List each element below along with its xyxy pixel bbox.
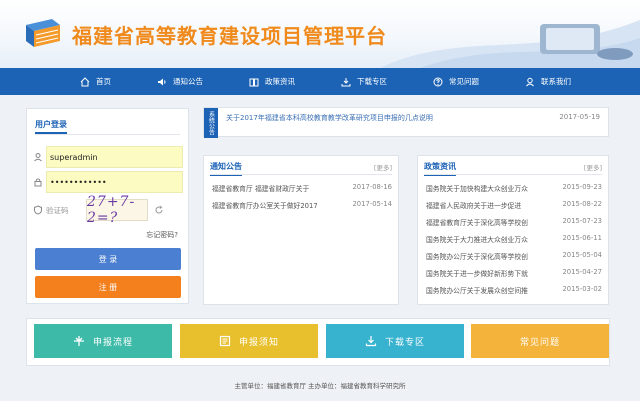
site-title: 福建省高等教育建设项目管理平台 (72, 24, 387, 48)
list-item-date: 2015-07-23 (562, 217, 602, 225)
register-button[interactable]: 注 册 (35, 276, 181, 298)
forgot-password-link[interactable]: 忘记密码? (146, 230, 178, 240)
captcha-image[interactable]: 27+7-2=? (86, 194, 148, 226)
system-notice: 系统公告 关于2017年福建省本科高校教育教学改革研究项目申报的几点说明 201… (203, 107, 609, 138)
list-item-title: 福建省教育厅办公室关于做好2017 (212, 202, 318, 210)
notify-panel: 通知公告 [更多] 福建省教育厅 福建省财政厅关于 2017-08-16 福建省… (203, 155, 399, 305)
nav-policy-label: 政策资讯 (265, 77, 295, 86)
list-item[interactable]: 国务院办公厅关于发展众创空间推 2015-03-02 (426, 285, 602, 297)
header-decoration (380, 20, 640, 68)
nav-home-label: 首页 (96, 77, 111, 86)
list-item[interactable]: 福建省教育厅 福建省财政厅关于 2017-08-16 (212, 183, 392, 195)
captcha-row: 验证码 27+7-2=? (33, 194, 183, 226)
divider (424, 174, 602, 175)
home-icon (80, 76, 90, 86)
login-title: 用户登录 (35, 119, 67, 134)
download-zone-button[interactable]: 下载专区 (326, 324, 464, 358)
contact-icon (526, 77, 534, 86)
book-icon (249, 78, 259, 86)
nav-faq[interactable]: 常见问题 (433, 76, 479, 87)
list-item-title: 福建省教育厅关于深化高等学校创 (426, 219, 528, 227)
list-item-title: 国务院办公厅关于深化高等学校创 (426, 253, 528, 261)
list-item[interactable]: 福建省人民政府关于进一步促进 2015-08-22 (426, 200, 602, 212)
divider (210, 174, 392, 175)
login-button[interactable]: 登 录 (35, 248, 181, 270)
download-icon (365, 336, 377, 347)
download-zone-label: 下载专区 (384, 337, 425, 348)
user-icon (34, 153, 42, 162)
faq-label: 常见问题 (519, 337, 560, 348)
list-item-title: 国务院办公厅关于发展众创空间推 (426, 287, 528, 295)
question-icon (433, 77, 443, 86)
faq-button[interactable]: 常见问题 (471, 324, 609, 358)
list-item-title: 国务院关于大力推进大众创业万众 (426, 236, 528, 244)
list-item[interactable]: 国务院关于进一步做好新形势下就 2015-04-27 (426, 268, 602, 280)
password-row: •••••••••••• (33, 171, 183, 193)
list-item-date: 2015-06-11 (562, 234, 602, 242)
notice-link[interactable]: 关于2017年福建省本科高校教育教学改革研究项目申报的几点说明 (226, 113, 433, 123)
nav-policy[interactable]: 政策资讯 (249, 76, 295, 87)
apply-process-button[interactable]: 申报流程 (34, 324, 172, 358)
login-panel: 用户登录 superadmin •••••••••••• 验证码 27+7-2=… (26, 108, 189, 304)
book-logo-icon (26, 19, 60, 47)
apply-notes-button[interactable]: 申报须知 (180, 324, 318, 358)
captcha-input[interactable]: 验证码 (46, 205, 86, 216)
nav-home[interactable]: 首页 (80, 76, 111, 87)
list-item-date: 2015-04-27 (562, 268, 602, 276)
list-item[interactable]: 国务院关于大力推进大众创业万众 2015-06-11 (426, 234, 602, 246)
main-nav: 首页 通知公告 政策资讯 下载专区 常见问题 联系我们 (0, 68, 640, 95)
speaker-icon (158, 78, 166, 85)
divider (35, 134, 180, 135)
nav-contact-label: 联系我们 (541, 77, 571, 86)
list-item-date: 2015-08-22 (562, 200, 602, 208)
list-item-date: 2017-05-14 (352, 200, 392, 208)
nav-download[interactable]: 下载专区 (341, 76, 387, 87)
footer: 主管单位：福建省教育厅 主办单位：福建省教育科学研究所 (234, 382, 406, 390)
list-item-date: 2017-08-16 (352, 183, 392, 191)
list-item-date: 2015-09-23 (562, 183, 602, 191)
flow-icon (73, 336, 84, 346)
nav-faq-label: 常见问题 (449, 77, 479, 86)
list-item-date: 2015-05-04 (562, 251, 602, 259)
notice-date: 2017-05-19 (559, 113, 600, 121)
password-input[interactable]: •••••••••••• (46, 171, 183, 193)
refresh-icon[interactable] (154, 205, 164, 215)
policy-panel: 政策资讯 [更多] 国务院关于加快构建大众创业万众 2015-09-23 福建省人… (417, 155, 609, 305)
list-item-title: 福建省教育厅 福建省财政厅关于 (212, 185, 310, 193)
nav-notify[interactable]: 通知公告 (157, 76, 203, 87)
notice-tag: 系统公告 (204, 108, 218, 138)
username-row: superadmin (33, 146, 183, 168)
nav-contact[interactable]: 联系我们 (525, 76, 571, 87)
list-item[interactable]: 福建省教育厅办公室关于做好2017 2017-05-14 (212, 200, 392, 212)
lock-icon (34, 178, 42, 187)
list-item[interactable]: 国务院办公厅关于深化高等学校创 2015-05-04 (426, 251, 602, 263)
nav-download-label: 下载专区 (357, 77, 387, 86)
list-item[interactable]: 国务院关于加快构建大众创业万众 2015-09-23 (426, 183, 602, 195)
list-item-title: 国务院关于加快构建大众创业万众 (426, 185, 528, 193)
shield-icon (34, 205, 42, 215)
list-item-date: 2015-03-02 (562, 285, 602, 293)
list-item[interactable]: 福建省教育厅关于深化高等学校创 2015-07-23 (426, 217, 602, 229)
username-input[interactable]: superadmin (46, 146, 183, 168)
notify-more-link[interactable]: [更多] (374, 162, 392, 172)
notes-icon (219, 335, 231, 347)
apply-notes-label: 申报须知 (238, 337, 279, 348)
nav-notify-label: 通知公告 (173, 77, 203, 86)
apply-process-label: 申报流程 (92, 337, 133, 348)
download-icon (341, 77, 351, 86)
site-header: 福建省高等教育建设项目管理平台 (0, 0, 640, 68)
list-item-title: 福建省人民政府关于进一步促进 (426, 202, 522, 210)
list-item-title: 国务院关于进一步做好新形势下就 (426, 270, 528, 278)
policy-more-link[interactable]: [更多] (584, 162, 602, 172)
